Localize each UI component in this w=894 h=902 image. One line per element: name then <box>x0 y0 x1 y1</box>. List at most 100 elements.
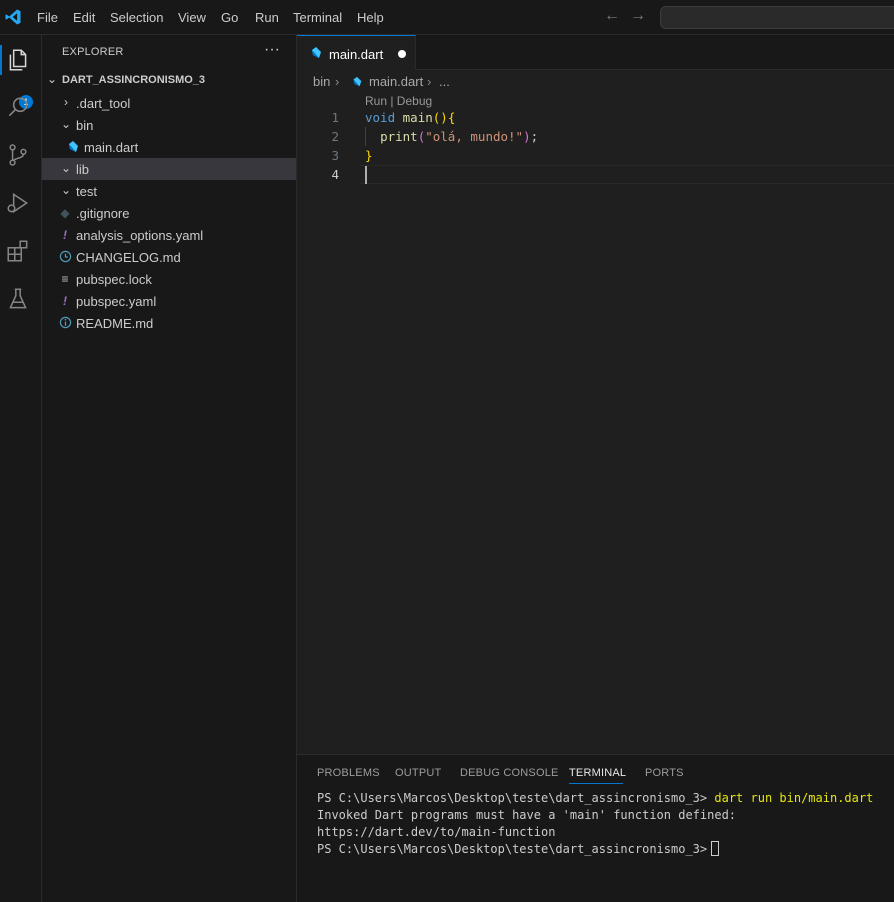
explorer-icon[interactable] <box>5 47 31 73</box>
terminal-line-1: PS C:\Users\Marcos\Desktop\teste\dart_as… <box>317 790 873 807</box>
code-text: void main(){ <box>365 108 455 127</box>
title-bar: File Edit Selection View Go Run Terminal… <box>0 0 894 35</box>
tree-item-pubspec-yaml[interactable]: ! pubspec.yaml <box>42 290 296 312</box>
semicolon: ; <box>530 129 539 144</box>
parens: () <box>432 110 448 125</box>
arrow-right-icon[interactable]: → <box>630 8 646 24</box>
tree-item-label: pubspec.yaml <box>76 294 157 309</box>
tree-item-changelog[interactable]: CHANGELOG.md <box>42 246 296 268</box>
run-debug-icon[interactable] <box>5 190 31 216</box>
tree-item-test[interactable]: ⌄ test <box>42 180 296 202</box>
chevron-down-icon: ⌄ <box>60 183 72 197</box>
menu-help[interactable]: Help <box>357 9 384 26</box>
tree-item-bin[interactable]: ⌄ bin <box>42 114 296 136</box>
tab-terminal[interactable]: TERMINAL <box>569 767 626 779</box>
tab-output[interactable]: OUTPUT <box>395 767 441 779</box>
tree-item-label: .dart_tool <box>76 96 131 111</box>
code-line-2[interactable]: 2 print("olá, mundo!"); <box>297 127 894 146</box>
menu-go[interactable]: Go <box>221 9 238 26</box>
line-number: 1 <box>331 110 339 125</box>
tree-item-label: .gitignore <box>76 206 130 221</box>
close-paren: ) <box>523 129 531 144</box>
testing-icon[interactable] <box>5 286 31 312</box>
breadcrumb-folder[interactable]: bin <box>313 74 330 89</box>
tree-item-dart-tool[interactable]: › .dart_tool <box>42 92 296 114</box>
arrow-left-icon[interactable]: ← <box>604 8 620 24</box>
tree-item-label: CHANGELOG.md <box>76 250 181 265</box>
tree-item-label: lib <box>76 162 90 177</box>
dart-file-icon <box>66 140 80 154</box>
code-line-4[interactable]: 4 <box>297 165 894 184</box>
tree-item-pubspec-lock[interactable]: ≡ pubspec.lock <box>42 268 296 290</box>
tab-problems[interactable]: PROBLEMS <box>317 767 380 779</box>
tree-item-lib[interactable]: ⌄ lib <box>42 158 296 180</box>
project-root-header[interactable]: ⌄ DART_ASSINCRONISMO_3 <box>42 70 296 92</box>
terminal-prompt: PS C:\Users\Marcos\Desktop\teste\dart_as… <box>317 842 708 856</box>
terminal-line-2[interactable]: PS C:\Users\Marcos\Desktop\teste\dart_as… <box>317 841 720 858</box>
extensions-icon[interactable] <box>5 238 31 264</box>
tab-main-dart[interactable]: main.dart <box>297 35 416 70</box>
tree-item-analysis-options[interactable]: ! analysis_options.yaml <box>42 224 296 246</box>
search-icon[interactable] <box>5 94 31 120</box>
project-name: DART_ASSINCRONISMO_3 <box>62 74 206 86</box>
menu-file[interactable]: File <box>37 9 58 26</box>
yaml-file-icon: ! <box>63 294 67 308</box>
open-brace: { <box>447 110 456 125</box>
menu-run[interactable]: Run <box>255 9 279 26</box>
tree-item-label: main.dart <box>84 140 139 155</box>
tree-item-readme[interactable]: README.md <box>42 312 296 334</box>
terminal-cursor <box>711 841 720 856</box>
menu-view[interactable]: View <box>178 9 206 26</box>
yaml-file-icon: ! <box>63 228 67 242</box>
code-line-1[interactable]: 1 void main(){ <box>297 108 894 127</box>
dart-file-icon <box>309 46 323 60</box>
command-center-search[interactable] <box>660 6 894 29</box>
terminal-output-1: Invoked Dart programs must have a 'main'… <box>317 808 737 822</box>
editor-area: main.dart bin › main.dart › ... Run | De… <box>297 35 894 754</box>
string-literal: "olá, mundo!" <box>425 129 524 144</box>
source-control-icon[interactable] <box>5 142 31 168</box>
tree-item-main-dart[interactable]: main.dart <box>42 136 296 158</box>
terminal-command: dart run bin/main.dart <box>714 791 874 805</box>
tab-ports[interactable]: PORTS <box>645 767 684 779</box>
info-icon <box>58 316 72 330</box>
dart-file-icon <box>351 76 363 91</box>
line-number: 4 <box>331 167 339 182</box>
vscode-logo-icon <box>4 8 22 26</box>
active-tab-underline <box>569 783 623 784</box>
codelens-run-debug[interactable]: Run | Debug <box>365 94 432 108</box>
code-text: print("olá, mundo!"); <box>365 127 538 146</box>
editor-tab-bar: main.dart <box>297 35 894 70</box>
chevron-right-icon: › <box>64 95 68 109</box>
activity-bar: 1 <box>0 35 42 902</box>
function-print: print <box>380 129 418 144</box>
text-cursor <box>365 166 367 184</box>
close-brace: } <box>365 148 373 163</box>
unsaved-dot-icon[interactable] <box>398 50 406 58</box>
tree-item-label: pubspec.lock <box>76 272 152 287</box>
chevron-right-icon: › <box>335 74 340 89</box>
code-line-3[interactable]: 3 } <box>297 146 894 165</box>
tree-item-label: analysis_options.yaml <box>76 228 204 243</box>
line-number: 2 <box>331 129 339 144</box>
tab-debug-console[interactable]: DEBUG CONSOLE <box>460 767 559 779</box>
menu-edit[interactable]: Edit <box>73 9 95 26</box>
chevron-right-icon: › <box>427 74 432 89</box>
active-indicator <box>0 45 2 75</box>
menu-terminal[interactable]: Terminal <box>293 9 342 26</box>
clock-icon <box>58 250 72 264</box>
bottom-panel: PROBLEMS OUTPUT DEBUG CONSOLE TERMINAL P… <box>297 754 894 902</box>
tree-item-gitignore[interactable]: ◆ .gitignore <box>42 202 296 224</box>
tree-item-label: README.md <box>76 316 154 331</box>
lines-icon: ≡ <box>61 272 69 286</box>
line-number: 3 <box>331 148 339 163</box>
terminal-output-link[interactable]: https://dart.dev/to/main-function <box>317 824 555 841</box>
more-actions-icon[interactable]: ··· <box>264 41 280 59</box>
tree-item-label: bin <box>76 118 94 133</box>
breadcrumb-more[interactable]: ... <box>439 74 450 89</box>
breadcrumb-file[interactable]: main.dart <box>369 74 423 89</box>
tab-label: main.dart <box>329 47 384 62</box>
chevron-down-icon: ⌄ <box>60 161 72 175</box>
menu-selection[interactable]: Selection <box>110 9 163 26</box>
explorer-title: EXPLORER <box>62 46 124 58</box>
